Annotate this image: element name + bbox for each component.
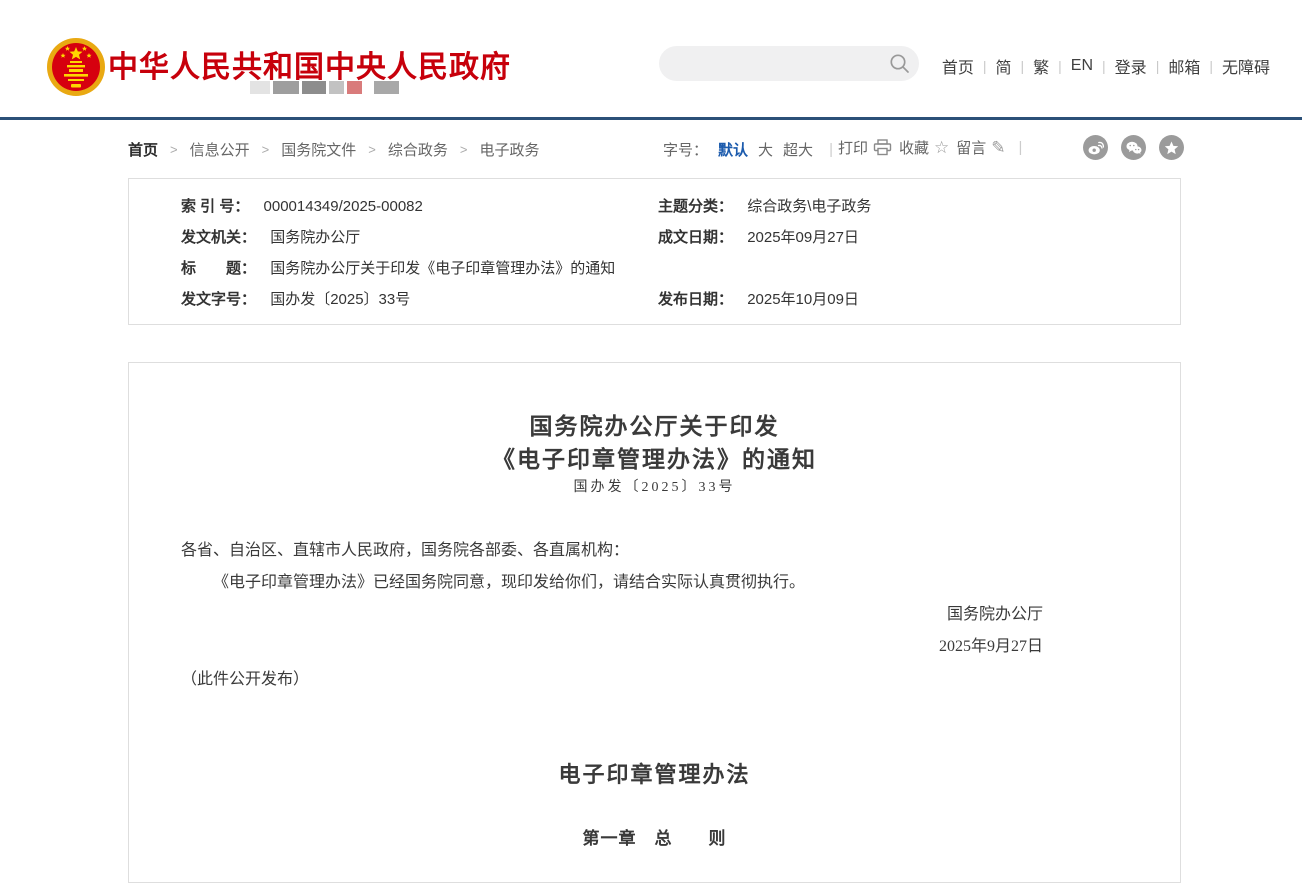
nav-separator: | <box>983 58 987 74</box>
nav-separator: | <box>1209 58 1213 74</box>
nav-separator: | <box>1156 58 1160 74</box>
breadcrumb-info-disclosure[interactable]: 信息公开 <box>190 139 250 160</box>
document-content-box: 国务院办公厅关于印发 《电子印章管理办法》的通知 国办发〔2025〕33号 各省… <box>128 362 1181 883</box>
breadcrumb-home[interactable]: 首页 <box>128 139 158 160</box>
regulation-title: 电子印章管理办法 <box>129 757 1180 789</box>
meta-issuer-row: 发文机关： 国务院办公厅 <box>129 222 658 253</box>
font-size-xlarge[interactable]: 超大 <box>783 139 813 160</box>
meta-issuer-label: 发文机关： <box>181 229 256 246</box>
top-nav: 首页 | 简 | 繁 | EN | 登录 | 邮箱 | 无障碍 <box>942 54 1270 78</box>
nav-mailbox[interactable]: 邮箱 <box>1168 54 1200 78</box>
meta-publish-date-label: 发布日期： <box>658 291 733 308</box>
national-emblem-icon <box>46 36 106 98</box>
qzone-share-button[interactable] <box>1159 135 1184 160</box>
meta-topic-label: 主题分类： <box>658 198 733 215</box>
header-divider <box>0 117 1302 120</box>
meta-doc-no-label: 发文字号： <box>181 291 256 308</box>
meta-title-row: 标 题： 国务院办公厅关于印发《电子印章管理办法》的通知 <box>129 253 658 284</box>
wechat-icon <box>1126 141 1142 155</box>
nav-separator: | <box>1058 58 1062 74</box>
meta-index-row: 索 引 号： 000014349/2025-00082 <box>129 191 658 222</box>
font-size-tools: 字号： 默认 大 超大 | <box>663 139 839 160</box>
breadcrumb-state-council-docs[interactable]: 国务院文件 <box>281 139 356 160</box>
search-icon[interactable] <box>881 46 919 81</box>
toolbar-separator: | <box>823 141 839 158</box>
chapter-one-heading: 第一章 总 则 <box>129 824 1180 849</box>
nav-traditional-chinese[interactable]: 繁 <box>1033 54 1049 78</box>
search-box[interactable] <box>659 46 919 81</box>
meta-topic-row: 主题分类： 综合政务\电子政务 <box>658 191 1180 222</box>
meta-title-label: 标 题： <box>181 260 256 277</box>
printer-icon <box>873 139 892 156</box>
favorite-label: 收藏 <box>899 137 929 158</box>
breadcrumb-separator: > <box>460 142 468 157</box>
meta-index-value: 000014349/2025-00082 <box>264 198 423 215</box>
meta-publish-date-value: 2025年10月09日 <box>747 291 859 308</box>
print-button[interactable]: 打印 <box>838 137 892 158</box>
meta-written-date-label: 成文日期： <box>658 229 733 246</box>
print-label: 打印 <box>838 137 868 158</box>
search-input[interactable] <box>659 46 881 81</box>
document-title-line1: 国务院办公厅关于印发 <box>129 407 1180 441</box>
qzone-star-icon <box>1164 141 1179 155</box>
weibo-share-button[interactable] <box>1083 135 1108 160</box>
breadcrumb: 首页 > 信息公开 > 国务院文件 > 综合政务 > 电子政务 <box>128 139 539 160</box>
meta-empty-cell <box>658 253 1180 284</box>
meta-issuer-value: 国务院办公厅 <box>270 229 360 246</box>
breadcrumb-separator: > <box>368 142 376 157</box>
breadcrumb-separator: > <box>170 142 178 157</box>
nav-separator: | <box>1102 58 1106 74</box>
breadcrumb-e-government[interactable]: 电子政务 <box>479 139 539 160</box>
comment-label: 留言 <box>956 137 986 158</box>
brand-logo-link[interactable] <box>46 36 106 98</box>
meta-doc-no-row: 发文字号： 国办发〔2025〕33号 <box>129 284 658 315</box>
toolbar-separator: | <box>1013 139 1029 156</box>
meta-index-label: 索 引 号： <box>181 198 249 215</box>
breadcrumb-general-affairs[interactable]: 综合政务 <box>388 139 448 160</box>
nav-english[interactable]: EN <box>1071 57 1093 75</box>
favorite-button[interactable]: 收藏 ☆ <box>899 137 949 158</box>
nav-simplified-chinese[interactable]: 简 <box>995 54 1011 78</box>
nav-home[interactable]: 首页 <box>942 54 974 78</box>
weibo-icon <box>1088 141 1104 155</box>
action-tools: 打印 收藏 ☆ 留言 ✎ | <box>838 137 1028 158</box>
page: 中华人民共和国中央人民政府 首页 | 简 | 繁 | EN | 登录 | 邮箱 … <box>0 0 1302 875</box>
wechat-share-button[interactable] <box>1121 135 1146 160</box>
meta-written-date-row: 成文日期： 2025年09月27日 <box>658 222 1180 253</box>
font-size-default[interactable]: 默认 <box>718 139 748 160</box>
meta-publish-date-row: 发布日期： 2025年10月09日 <box>658 284 1180 315</box>
document-metadata-box: 索 引 号： 000014349/2025-00082 主题分类： 综合政务\电… <box>128 178 1181 325</box>
star-icon: ☆ <box>934 139 949 156</box>
document-paragraph: 《电子印章管理办法》已经国务院同意，现印发给你们，请结合实际认真贯彻执行。 <box>181 568 1128 592</box>
document-salutation: 各省、自治区、直辖市人民政府，国务院各部委、各直属机构： <box>181 536 1128 560</box>
blurred-subtitle <box>250 80 399 94</box>
share-icons <box>1083 135 1184 160</box>
nav-accessibility[interactable]: 无障碍 <box>1222 54 1270 78</box>
document-number: 国办发〔2025〕33号 <box>129 476 1180 496</box>
meta-doc-no-value: 国办发〔2025〕33号 <box>270 291 410 308</box>
breadcrumb-separator: > <box>262 142 270 157</box>
comment-button[interactable]: 留言 ✎ <box>956 137 1005 158</box>
meta-topic-value: 综合政务\电子政务 <box>747 198 871 215</box>
pencil-icon: ✎ <box>991 139 1005 156</box>
document-signer: 国务院办公厅 <box>939 599 1043 631</box>
document-title-line2: 《电子印章管理办法》的通知 <box>129 440 1180 474</box>
nav-login[interactable]: 登录 <box>1115 54 1147 78</box>
font-size-label: 字号： <box>663 139 708 160</box>
meta-title-value: 国务院办公厅关于印发《电子印章管理办法》的通知 <box>270 260 615 277</box>
font-size-large[interactable]: 大 <box>758 139 773 160</box>
meta-written-date-value: 2025年09月27日 <box>747 229 859 246</box>
document-signature-block: 国务院办公厅 2025年9月27日 <box>939 599 1043 663</box>
document-sign-date: 2025年9月27日 <box>939 631 1043 663</box>
document-public-release-note: （此件公开发布） <box>181 665 309 689</box>
nav-separator: | <box>1021 58 1025 74</box>
